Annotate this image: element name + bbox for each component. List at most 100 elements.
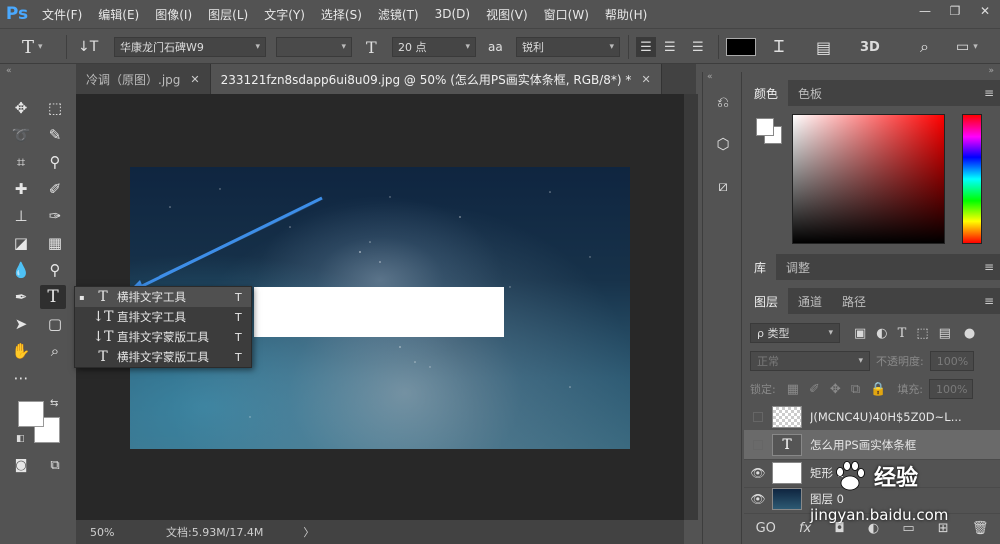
dodge-tool-icon[interactable]: ⚲ [42, 258, 68, 282]
character-panel-button[interactable]: ▤ [816, 29, 831, 65]
minimize-button[interactable]: — [910, 0, 940, 22]
tab-channels[interactable]: 通道 [788, 288, 832, 314]
flyout-vertical-type-mask[interactable]: ↓T 直排文字蒙版工具 T [75, 327, 251, 347]
tab-layers[interactable]: 图层 [744, 288, 789, 314]
restore-button[interactable]: ❐ [940, 0, 970, 22]
filter-smart-icon[interactable]: ▤ [939, 326, 951, 341]
blur-tool-icon[interactable]: 💧 [8, 258, 34, 282]
menu-select[interactable]: 选择(S) [313, 0, 370, 28]
zoom-tool-icon[interactable]: ⌕ [42, 339, 68, 363]
blend-mode-select[interactable]: 正常 ▾ [750, 351, 870, 371]
quick-select-tool-icon[interactable]: ✎ [42, 123, 68, 147]
zoom-level[interactable]: 50% [90, 526, 150, 539]
align-left-button[interactable]: ☰ [636, 29, 656, 65]
crop-tool-icon[interactable]: ⌗ [8, 150, 34, 174]
default-colors-icon[interactable]: ◧ [16, 434, 25, 444]
workspace-switcher[interactable]: ▭ ▾ [956, 29, 978, 65]
lock-transparency-icon[interactable]: ▦ [787, 382, 799, 397]
color-picker-field[interactable] [792, 114, 945, 244]
close-icon[interactable]: ✕ [641, 73, 650, 86]
quick-mask-icon[interactable]: ◙ [8, 453, 34, 477]
tab-color[interactable]: 颜色 [744, 80, 789, 106]
healing-brush-icon[interactable]: ✚ [8, 177, 34, 201]
visibility-toggle[interactable] [753, 411, 763, 422]
lock-artboard-icon[interactable]: ⧉ [851, 382, 860, 397]
tab-adjustments[interactable]: 调整 [776, 254, 820, 280]
foreground-color-swatch[interactable] [18, 401, 44, 427]
properties-icon[interactable]: ⧄ [711, 174, 735, 198]
menu-type[interactable]: 文字(Y) [256, 0, 313, 28]
menu-edit[interactable]: 编辑(E) [90, 0, 147, 28]
filter-pixel-icon[interactable]: ▣ [854, 326, 866, 341]
history-brush-icon[interactable]: ✑ [42, 204, 68, 228]
warp-text-button[interactable]: Ꮖ [774, 29, 785, 65]
menu-filter[interactable]: 滤镜(T) [370, 0, 427, 28]
eraser-tool-icon[interactable]: ◪ [8, 231, 34, 255]
marquee-tool-icon[interactable]: ⬚ [42, 96, 68, 120]
tab-swatches[interactable]: 色板 [788, 80, 832, 106]
tab-original-image[interactable]: 冷调（原图）.jpg ✕ [76, 64, 211, 94]
brush-tool-icon[interactable]: ✐ [42, 177, 68, 201]
close-window-button[interactable]: ✕ [970, 0, 1000, 22]
eye-icon[interactable]: 👁 [744, 492, 772, 506]
lock-all-icon[interactable]: 🔒 [870, 382, 886, 397]
vertical-scrollbar[interactable] [684, 94, 698, 520]
flyout-horizontal-type[interactable]: ▪ T 横排文字工具 T [75, 287, 251, 307]
lasso-tool-icon[interactable]: ➰ [8, 123, 34, 147]
tool-preset-picker[interactable]: T ▾ [22, 29, 43, 65]
lock-position-icon[interactable]: ✥ [830, 382, 841, 397]
menu-help[interactable]: 帮助(H) [597, 0, 655, 28]
expand-icon[interactable]: » [988, 66, 994, 76]
filter-toggle-icon[interactable]: ● [964, 326, 975, 341]
hue-slider[interactable] [962, 114, 982, 244]
type-tool-icon[interactable]: T [40, 285, 66, 309]
link-layers-icon[interactable]: GO [756, 521, 776, 536]
font-style-select[interactable]: ▾ [276, 37, 352, 57]
screen-mode-icon[interactable]: ⧉ [42, 453, 68, 477]
eyedropper-tool-icon[interactable]: ⚲ [42, 150, 68, 174]
menu-image[interactable]: 图像(I) [147, 0, 200, 28]
layer-row[interactable]: J(MCNC4U)40H$5Z0D~L... [744, 402, 1000, 432]
font-size-select[interactable]: 20 点 ▾ [392, 37, 476, 57]
panel-menu-icon[interactable]: ≡ [984, 260, 994, 274]
menu-file[interactable]: 文件(F) [34, 0, 90, 28]
menu-3d[interactable]: 3D(D) [427, 0, 478, 28]
mini-foreground-swatch[interactable] [756, 118, 774, 136]
gradient-tool-icon[interactable]: ▦ [42, 231, 68, 255]
layer-row[interactable]: T 怎么用PS画实体条框 [744, 430, 1000, 460]
panel-menu-icon[interactable]: ≡ [984, 294, 994, 308]
lock-paint-icon[interactable]: ✐ [809, 382, 820, 397]
fill-input[interactable]: 100% [929, 379, 974, 399]
filter-adjustment-icon[interactable]: ◐ [876, 326, 887, 341]
tab-paths[interactable]: 路径 [832, 288, 876, 314]
align-center-button[interactable]: ☰ [664, 29, 676, 65]
pen-tool-icon[interactable]: ✒ [8, 285, 34, 309]
hand-tool-icon[interactable]: ✋ [8, 339, 34, 363]
align-right-button[interactable]: ☰ [692, 29, 704, 65]
collapse-icon[interactable]: « [707, 72, 713, 82]
status-menu-arrow[interactable]: 〉 [303, 524, 314, 540]
more-tools-icon[interactable]: ⋯ [8, 366, 34, 390]
layer-filter-select[interactable]: ρ 类型 ▾ [750, 323, 840, 343]
tab-active-document[interactable]: 233121fzn8sdapp6ui8u09.jpg @ 50% (怎么用PS画… [210, 64, 662, 94]
move-tool-icon[interactable]: ✥ [8, 96, 34, 120]
filter-type-icon[interactable]: T [898, 326, 907, 341]
search-button[interactable]: ⌕ [920, 29, 929, 65]
clone-stamp-icon[interactable]: ⊥ [8, 204, 34, 228]
antialias-select[interactable]: 锐利 ▾ [516, 37, 620, 57]
3d-panel-icon[interactable]: ⬡ [711, 132, 735, 156]
font-family-select[interactable]: 华康龙门石碑W9 ▾ [114, 37, 266, 57]
collapse-icon[interactable]: « [6, 66, 12, 76]
3d-button[interactable]: 3D [860, 29, 880, 65]
tab-libraries[interactable]: 库 [744, 254, 777, 280]
panel-menu-icon[interactable]: ≡ [984, 86, 994, 100]
flyout-horizontal-type-mask[interactable]: T 横排文字蒙版工具 T [75, 347, 251, 367]
menu-view[interactable]: 视图(V) [478, 0, 536, 28]
eye-icon[interactable]: 👁 [744, 466, 772, 480]
close-icon[interactable]: ✕ [190, 73, 199, 86]
toggle-orientation-button[interactable]: ↓T [78, 29, 98, 65]
filter-shape-icon[interactable]: ⬚ [916, 326, 928, 341]
shape-tool-icon[interactable]: ▢ [42, 312, 68, 336]
menu-layer[interactable]: 图层(L) [200, 0, 256, 28]
flyout-vertical-type[interactable]: ↓T 直排文字工具 T [75, 307, 251, 327]
